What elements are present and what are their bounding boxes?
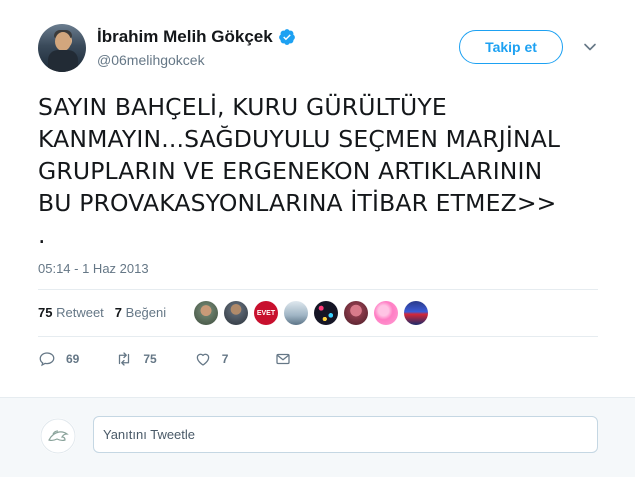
retweet-action[interactable]: 75 — [115, 350, 157, 368]
author-name[interactable]: İbrahim Melih Gökçek — [97, 27, 273, 47]
evet-badge-text: EVET — [256, 309, 276, 317]
reply-count: 69 — [66, 352, 80, 366]
liker-avatar-5[interactable] — [314, 301, 338, 325]
tweet-timestamp[interactable]: 05:14 - 1 Haz 2013 — [38, 261, 149, 276]
chevron-down-icon[interactable] — [583, 40, 597, 54]
tweet-actions: 69 75 7 — [38, 350, 292, 368]
avatar-suit — [48, 50, 78, 72]
liker-avatar-2[interactable] — [224, 301, 248, 325]
default-avatar-icon — [40, 418, 76, 454]
retweet-icon — [119, 352, 130, 366]
like-stat[interactable]: 7 Beğeni — [115, 305, 166, 320]
retweet-stat[interactable]: 75 Retweet — [38, 305, 104, 320]
like-action[interactable]: 7 — [194, 350, 229, 368]
like-stat-label: Beğeni — [125, 305, 167, 320]
divider — [38, 289, 598, 290]
retweet-stat-count: 75 — [38, 305, 53, 320]
liker-avatar-8[interactable] — [404, 301, 428, 325]
liker-avatar-3[interactable]: EVET — [254, 301, 278, 325]
like-stat-count: 7 — [114, 305, 123, 320]
liker-avatar-7[interactable] — [374, 301, 398, 325]
tweet-text: SAYIN BAHÇELİ, KURU GÜRÜLTÜYE KANMAYIN..… — [38, 93, 561, 249]
liker-avatar-1[interactable] — [194, 301, 218, 325]
follow-button[interactable]: Takip et — [459, 30, 563, 64]
like-count: 7 — [221, 352, 229, 366]
verified-badge-icon — [278, 29, 295, 45]
heart-icon — [196, 353, 209, 366]
envelope-icon — [276, 353, 291, 365]
liker-avatar-6[interactable] — [344, 301, 368, 325]
reply-input[interactable]: Yanıtını Tweetle — [93, 416, 598, 453]
retweet-count: 75 — [143, 352, 157, 366]
tweet-stats: 75 Retweet 7 Beğeni — [38, 305, 166, 320]
author-avatar[interactable] — [38, 24, 86, 72]
author-handle[interactable]: @06melihgokcek — [97, 52, 205, 68]
author-name-row[interactable]: İbrahim Melih Gökçek — [97, 27, 296, 47]
retweet-stat-label: Retweet — [56, 305, 104, 320]
reply-composer: Yanıtını Tweetle — [0, 397, 635, 477]
reply-icon — [39, 352, 55, 367]
reply-action[interactable]: 69 — [38, 350, 79, 368]
liker-avatar-4[interactable] — [284, 301, 308, 325]
liker-avatars: EVET — [194, 301, 428, 325]
direct-message-action[interactable] — [274, 350, 292, 368]
divider — [38, 336, 598, 337]
avatar-face — [55, 32, 71, 51]
